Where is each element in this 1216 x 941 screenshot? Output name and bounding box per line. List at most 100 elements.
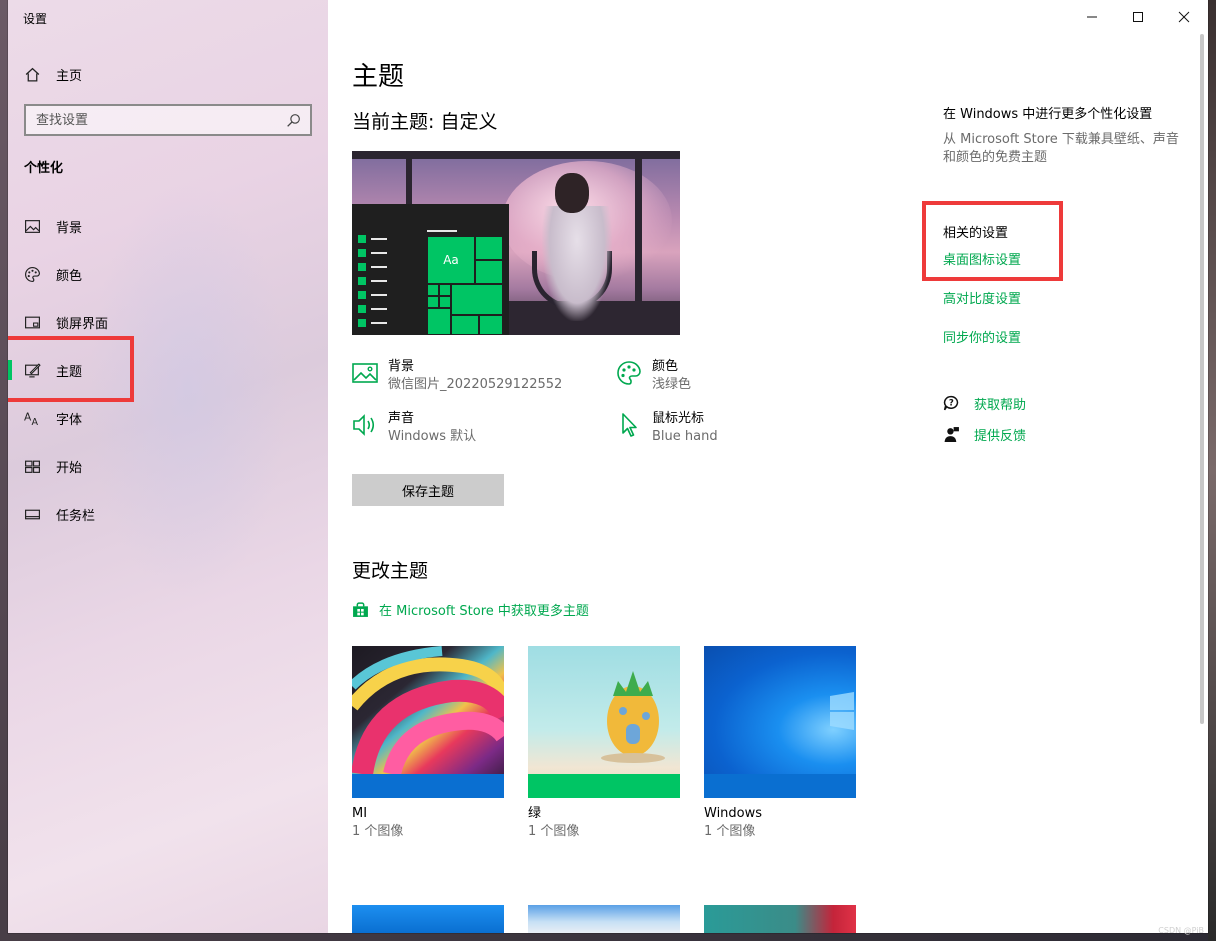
theme-name: 绿 [528,806,542,821]
section-title: 个性化 [24,161,64,176]
sidebar-item-label: 字体 [56,412,83,428]
cursor-icon [616,412,644,440]
property-value: 浅绿色 [652,377,692,392]
close-button[interactable] [1161,0,1207,34]
property-background[interactable]: 背景 微信图片_20220529122552 [352,358,562,394]
theme-image-count: 1 个图像 [352,824,404,839]
store-link[interactable]: 在 Microsoft Store 中获取更多主题 [352,600,589,619]
sidebar-item-background[interactable]: 背景 [8,206,328,246]
desktop-background-strip [1208,0,1216,941]
store-link-label: 在 Microsoft Store 中获取更多主题 [379,604,589,619]
property-title: 颜色 [652,359,679,374]
maximize-button[interactable] [1115,0,1161,34]
save-theme-button[interactable]: 保存主题 [352,474,504,506]
sidebar-item-taskbar[interactable]: 任务栏 [8,494,328,534]
high-contrast-settings-link[interactable]: 高对比度设置 [943,288,1021,307]
theme-preview: Aa [352,151,680,335]
preview-tile: Aa [427,236,475,284]
preview-start-panel: Aa [352,204,509,335]
palette-icon [616,360,644,388]
property-value: 微信图片_20220529122552 [388,377,563,392]
theme-thumbnail [352,646,504,798]
font-icon: AA [24,410,41,426]
current-theme-heading: 当前主题: 自定义 [352,111,498,133]
help-chat-icon: ? [943,395,960,412]
related-settings-title: 相关的设置 [943,226,1009,241]
get-help-link[interactable]: ? 获取帮助 [943,394,1026,413]
theme-color-band [704,774,856,798]
property-sound[interactable]: 声音 Windows 默认 [352,410,476,446]
feedback-label: 提供反馈 [974,429,1027,444]
sidebar-item-lock-screen[interactable]: 锁屏界面 [8,302,328,342]
property-value: Blue hand [652,429,718,444]
maximize-icon [1130,9,1147,26]
theme-thumbnail-partial[interactable] [528,905,680,933]
settings-window: 设置 主页 个性化 背景 颜色 [8,0,1208,933]
property-title: 声音 [388,411,415,426]
home-icon [24,66,41,83]
theme-thumbnail-partial[interactable] [352,905,504,933]
property-value: Windows 默认 [388,429,477,444]
theme-thumbnail-partial[interactable] [704,905,856,933]
property-title: 鼠标光标 [652,411,705,426]
speaker-icon [352,412,380,440]
sidebar-item-font[interactable]: AA 字体 [8,398,328,438]
watermark: CSDN @PiB [1158,926,1204,935]
picture-icon [352,360,380,388]
sidebar-item-label: 任务栏 [56,508,96,524]
theme-card-green[interactable]: 绿 1 个图像 [528,646,680,841]
theme-image-count: 1 个图像 [528,824,580,839]
sidebar-item-label: 颜色 [56,268,83,284]
theme-thumbnail [704,646,856,798]
feedback-person-icon [943,426,960,443]
get-help-label: 获取帮助 [974,398,1027,413]
sidebar-item-start[interactable]: 开始 [8,446,328,486]
sidebar-item-color[interactable]: 颜色 [8,254,328,294]
search-input[interactable] [36,112,285,128]
more-personalization-desc: 从 Microsoft Store 下载兼具壁纸、声音和颜色的免费主题 [943,132,1179,165]
sidebar-item-label: 主题 [56,364,83,380]
svg-text:A: A [31,416,38,426]
highlight-box [922,201,1063,281]
search-box [24,104,312,136]
theme-color-band [528,774,680,798]
theme-name: Windows [704,806,763,821]
taskbar-icon [24,506,41,523]
sidebar-item-home[interactable]: 主页 [24,62,82,86]
sidebar-item-label: 锁屏界面 [56,316,109,332]
theme-color-band [352,774,504,798]
sync-settings-link[interactable]: 同步你的设置 [943,327,1021,346]
change-theme-heading: 更改主题 [352,560,429,582]
search-icon[interactable] [285,112,302,129]
theme-name: MI [352,806,368,821]
minimize-button[interactable] [1069,0,1115,34]
page-title: 主题 [352,62,405,92]
minimize-icon [1084,9,1101,26]
close-icon [1176,9,1193,26]
svg-text:?: ? [949,399,954,409]
desktop-icon-settings-link[interactable]: 桌面图标设置 [943,249,1021,268]
theme-image-count: 1 个图像 [704,824,756,839]
property-cursor[interactable]: 鼠标光标 Blue hand [616,410,718,446]
palette-icon [24,266,41,283]
picture-icon [24,218,41,235]
property-color[interactable]: 颜色 浅绿色 [616,358,691,394]
sidebar-item-label: 开始 [56,460,83,476]
sidebar-item-label: 背景 [56,220,83,236]
theme-thumbnail [528,646,680,798]
sidebar: 设置 主页 个性化 背景 颜色 [8,0,328,933]
more-personalization-title: 在 Windows 中进行更多个性化设置 [943,107,1153,122]
store-bag-icon [352,601,369,618]
scrollbar[interactable] [1200,34,1204,724]
feedback-link[interactable]: 提供反馈 [943,425,1026,444]
main-content: 主题 当前主题: 自定义 Aa 背景 微信图片_20220529122552 颜… [328,0,1208,933]
start-icon [24,458,41,475]
lock-screen-icon [24,314,41,331]
window-title: 设置 [23,12,48,26]
theme-icon [24,362,41,379]
property-title: 背景 [388,359,415,374]
theme-card-mi[interactable]: MI 1 个图像 [352,646,504,841]
theme-card-windows[interactable]: Windows 1 个图像 [704,646,856,841]
sidebar-item-theme[interactable]: 主题 [8,350,328,390]
sidebar-item-label: 主页 [56,68,83,84]
